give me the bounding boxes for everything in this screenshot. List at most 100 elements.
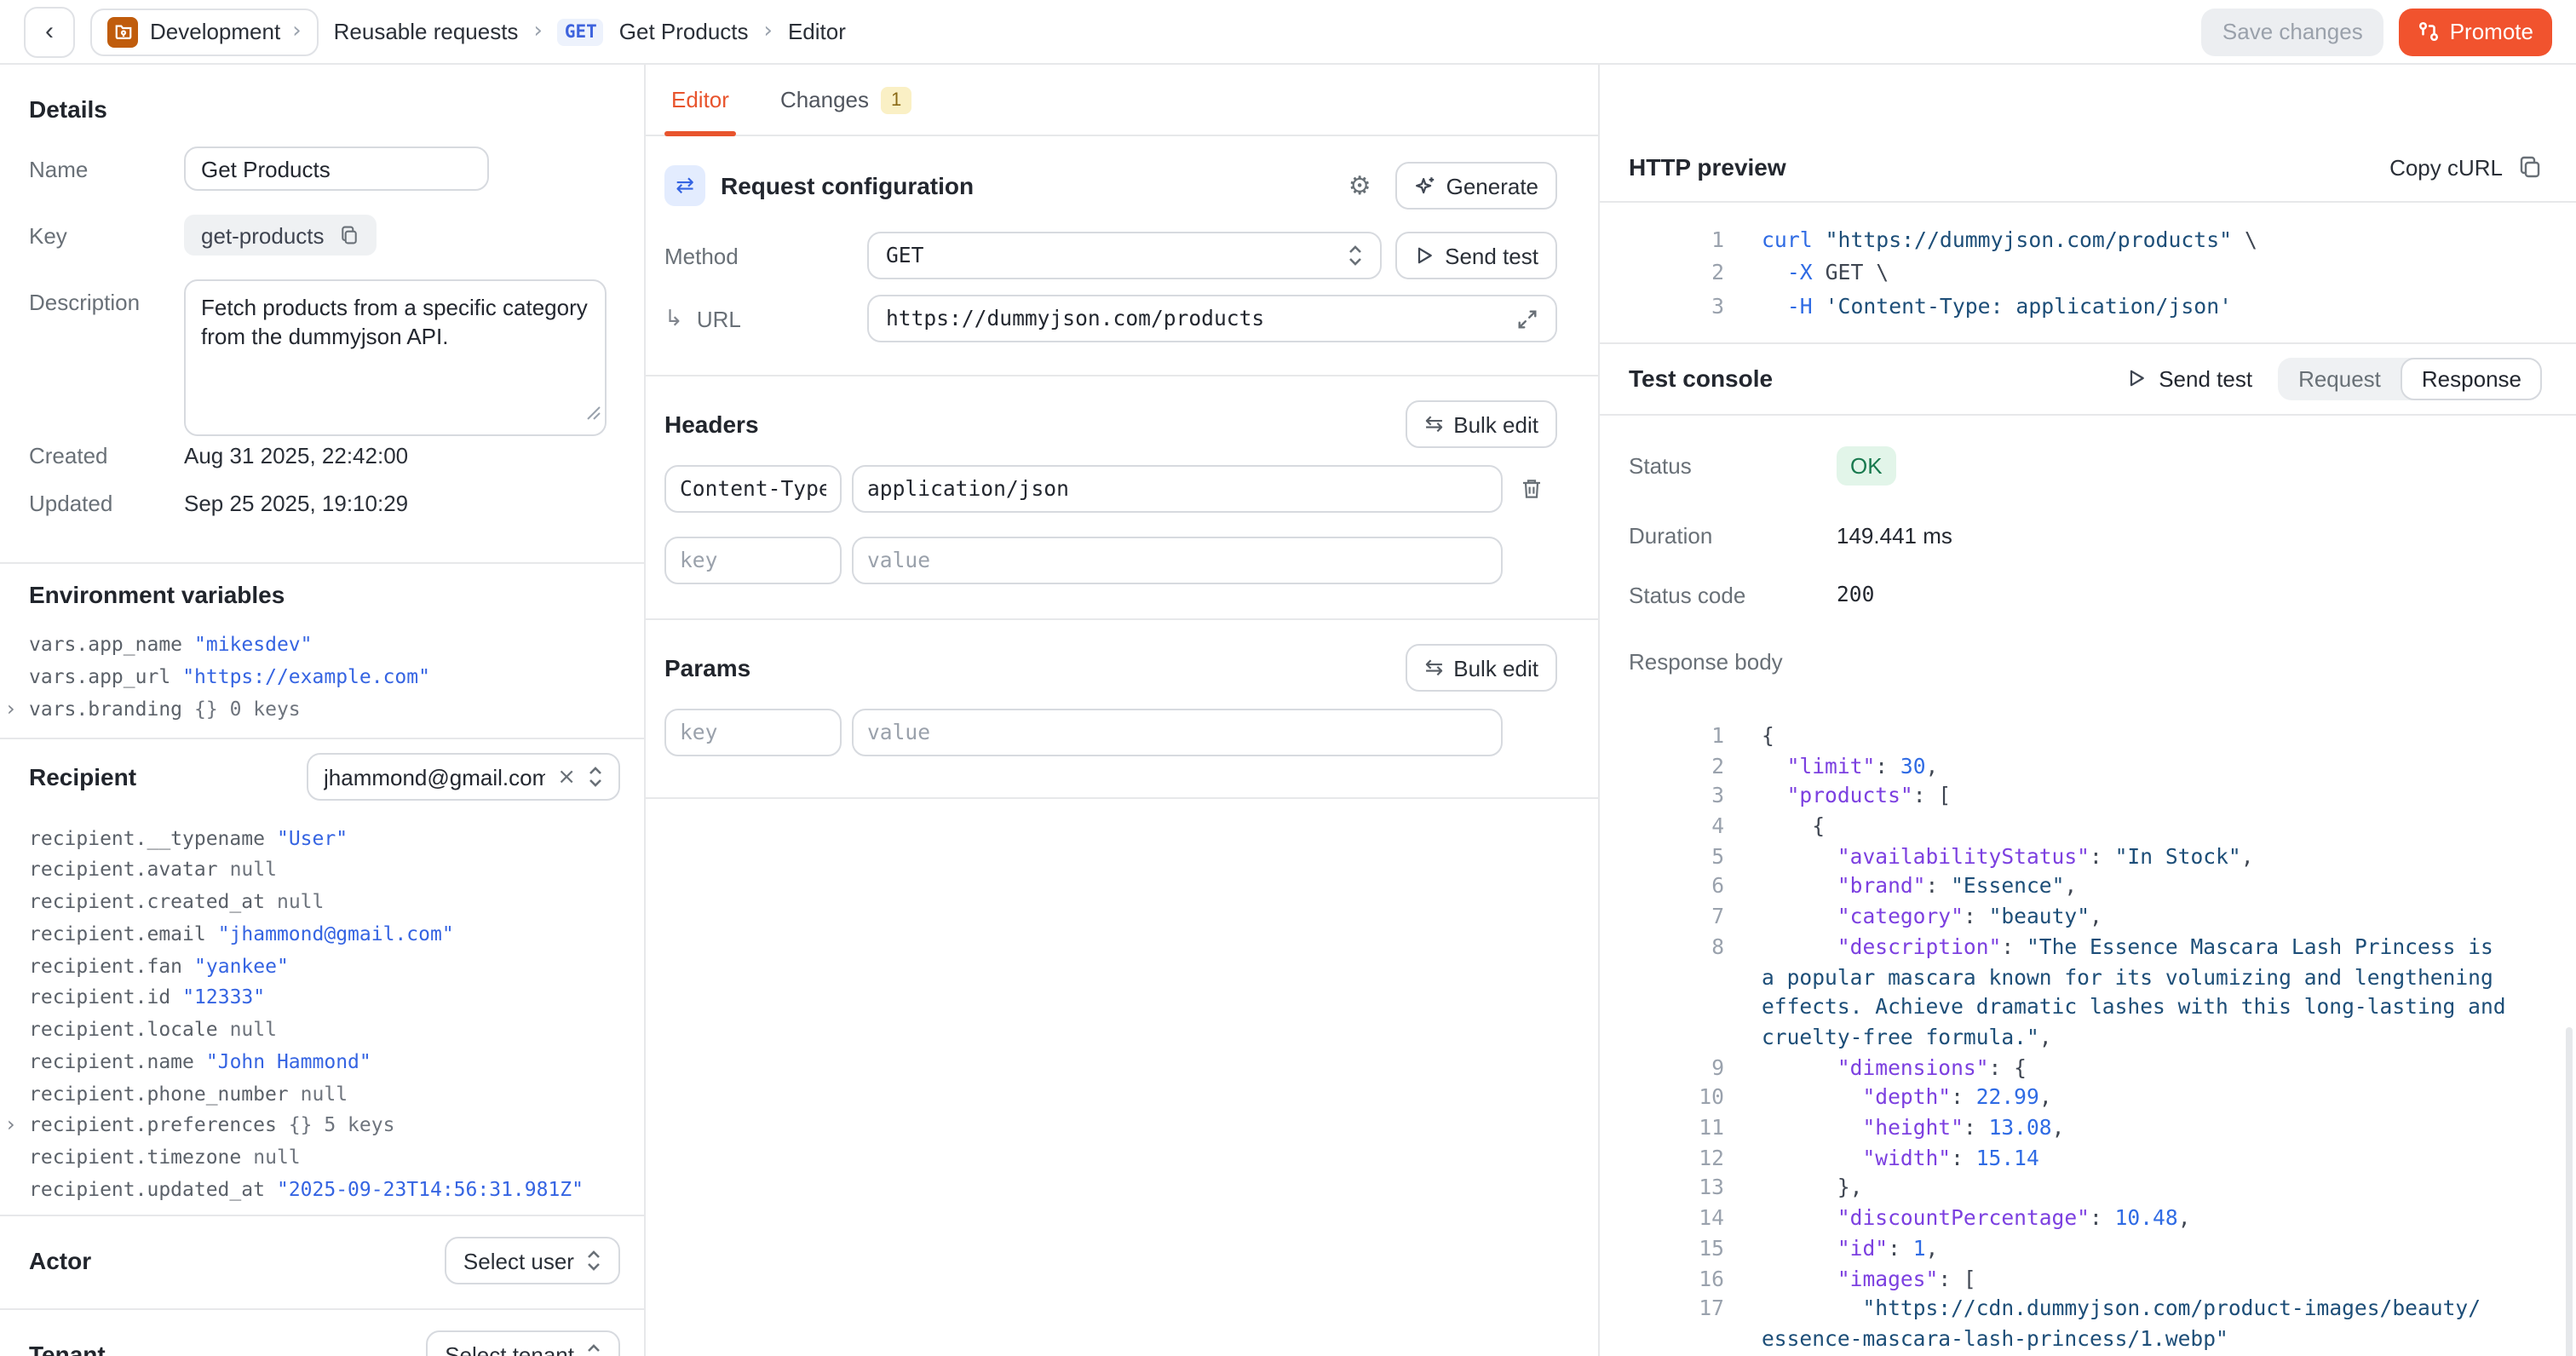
variable-key: recipient.locale [29, 1017, 218, 1041]
variable-value: "mikesdev" [194, 633, 313, 657]
expand-icon[interactable] [1516, 307, 1538, 330]
tab-editor[interactable]: Editor [668, 65, 733, 135]
code-text: "depth": 22.99, [1762, 1084, 2542, 1114]
code-text: -X GET \ [1762, 256, 2559, 290]
headers-bulk-edit-button[interactable]: ⇆ Bulk edit [1406, 400, 1557, 448]
header-value-input-empty[interactable] [852, 537, 1503, 584]
line-number: 15 [1629, 1235, 1724, 1265]
actor-select-label: Select user [463, 1249, 574, 1274]
code-line: 5 "availabilityStatus": "In Stock", [1629, 842, 2542, 872]
variable-value: null [230, 1017, 277, 1041]
recipient-select[interactable]: jhammond@gmail.com × [307, 754, 620, 802]
param-key-input[interactable] [664, 709, 842, 756]
variable-key: recipient.timezone [29, 1145, 241, 1169]
tab-changes[interactable]: Changes 1 [777, 65, 915, 135]
expand-chevron-icon[interactable]: › [7, 697, 29, 721]
resize-handle-icon[interactable] [586, 399, 601, 429]
variable-row: recipient.avatarnull [29, 853, 620, 886]
breadcrumb-section[interactable]: Reusable requests [334, 19, 519, 44]
key-row: Key get-products [29, 215, 620, 256]
line-number: 11 [1629, 1114, 1724, 1144]
variable-row: recipient.id"12333" [29, 981, 620, 1014]
curl-code-block[interactable]: 1curl "https://dummyjson.com/products" \… [1600, 203, 2576, 344]
delete-header-icon[interactable] [1520, 477, 1544, 501]
headers-heading: Headers [664, 411, 759, 438]
save-changes-button[interactable]: Save changes [2202, 8, 2383, 55]
copy-curl-label: Copy cURL [2389, 154, 2503, 180]
expand-chevron-icon[interactable]: › [7, 1113, 29, 1137]
variable-row[interactable]: ›recipient.preferences{} 5 keys [29, 1109, 620, 1141]
code-line: 2 "limit": 30, [1629, 752, 2542, 782]
breadcrumb-request-name[interactable]: Get Products [619, 19, 749, 44]
copy-curl-button[interactable]: Copy cURL [2389, 154, 2542, 180]
line-number: 12 [1629, 1144, 1724, 1174]
code-line: 10 "depth": 22.99, [1629, 1084, 2542, 1114]
params-bulk-edit-button[interactable]: ⇆ Bulk edit [1406, 644, 1557, 692]
params-heading: Params [664, 654, 750, 681]
line-number: 17 [1629, 1296, 1724, 1325]
response-body-code[interactable]: 1{2 "limit": 30,3 "products": [4 {5 "ava… [1629, 722, 2542, 1356]
tenant-select[interactable]: Select tenant [426, 1331, 620, 1356]
console-send-test-label: Send test [2159, 366, 2252, 392]
variable-key: recipient.phone_number [29, 1081, 289, 1105]
project-switcher[interactable]: Development › [90, 8, 319, 55]
name-label: Name [29, 147, 184, 182]
code-line: 13 }, [1629, 1175, 2542, 1204]
method-value: GET [886, 244, 1348, 267]
code-line: 3 "products": [ [1629, 783, 2542, 813]
name-input[interactable] [184, 147, 489, 191]
url-row: ↳ URL https://dummyjson.com/products [664, 295, 1557, 342]
url-input[interactable]: https://dummyjson.com/products [867, 295, 1557, 342]
settings-gear-icon[interactable]: ⚙ [1348, 173, 1371, 198]
promote-button[interactable]: Promote [2399, 8, 2552, 55]
line-number: 13 [1629, 1175, 1724, 1204]
variable-key: recipient.created_at [29, 889, 265, 913]
updated-row: Updated Sep 25 2025, 19:10:29 [29, 487, 620, 516]
code-text: "height": 13.08, [1762, 1114, 2542, 1144]
variable-row: vars.app_url"https://example.com" [29, 661, 620, 693]
headers-section: Headers ⇆ Bulk edit [646, 376, 1598, 618]
request-response-toggle: Request Response [2278, 358, 2542, 400]
test-console-header: Test console Send test Request Response [1600, 344, 2576, 416]
variable-row[interactable]: ›vars.branding{} 0 keys [29, 692, 620, 725]
code-line: 15 "id": 1, [1629, 1235, 2542, 1265]
code-text: "category": "beauty", [1762, 903, 2542, 933]
key-value-pill: get-products [184, 215, 377, 256]
select-chevrons-icon [586, 1250, 601, 1273]
variable-key: recipient.avatar [29, 858, 218, 882]
code-line: 11 "height": 13.08, [1629, 1114, 2542, 1144]
param-row-empty [664, 709, 1557, 756]
request-toggle[interactable]: Request [2278, 358, 2401, 400]
promote-label: Promote [2450, 19, 2533, 44]
select-chevrons-icon [1348, 244, 1363, 267]
status-badge: OK [1837, 446, 1896, 486]
back-button[interactable]: ‹ [24, 6, 75, 57]
scrollbar-thumb[interactable] [2566, 1027, 2573, 1356]
variable-key: recipient.__typename [29, 825, 265, 849]
status-code-row: Status code 200 [1629, 583, 2542, 608]
generate-button[interactable]: Generate [1395, 162, 1557, 210]
variable-row: recipient.created_atnull [29, 886, 620, 918]
param-value-input[interactable] [852, 709, 1503, 756]
divider [0, 1215, 644, 1217]
header-value-input[interactable] [852, 465, 1503, 513]
send-test-button[interactable]: Send test [1395, 232, 1557, 279]
chevron-right-icon: › [764, 19, 773, 44]
tab-editor-label: Editor [671, 87, 729, 112]
header-key-input[interactable] [664, 465, 842, 513]
tenant-row: Tenant Select tenant [29, 1331, 620, 1356]
response-toggle[interactable]: Response [2401, 358, 2542, 400]
method-select[interactable]: GET [867, 232, 1382, 279]
back-chevron-icon: ‹ [45, 19, 54, 44]
header-key-input-empty[interactable] [664, 537, 842, 584]
console-send-test-button[interactable]: Send test [2126, 366, 2252, 392]
actor-select[interactable]: Select user [445, 1238, 620, 1285]
select-chevrons-icon [588, 766, 603, 790]
line-number: 2 [1629, 752, 1724, 782]
code-text: "description": "The Essence Mascara Lash… [1762, 934, 2542, 963]
description-input[interactable]: Fetch products from a specific category … [184, 279, 607, 436]
key-value: get-products [201, 222, 325, 248]
clear-recipient-icon[interactable]: × [557, 767, 576, 789]
copy-key-icon[interactable] [340, 225, 360, 245]
env-variables-list: vars.app_name"mikesdev"vars.app_url"http… [29, 629, 620, 725]
